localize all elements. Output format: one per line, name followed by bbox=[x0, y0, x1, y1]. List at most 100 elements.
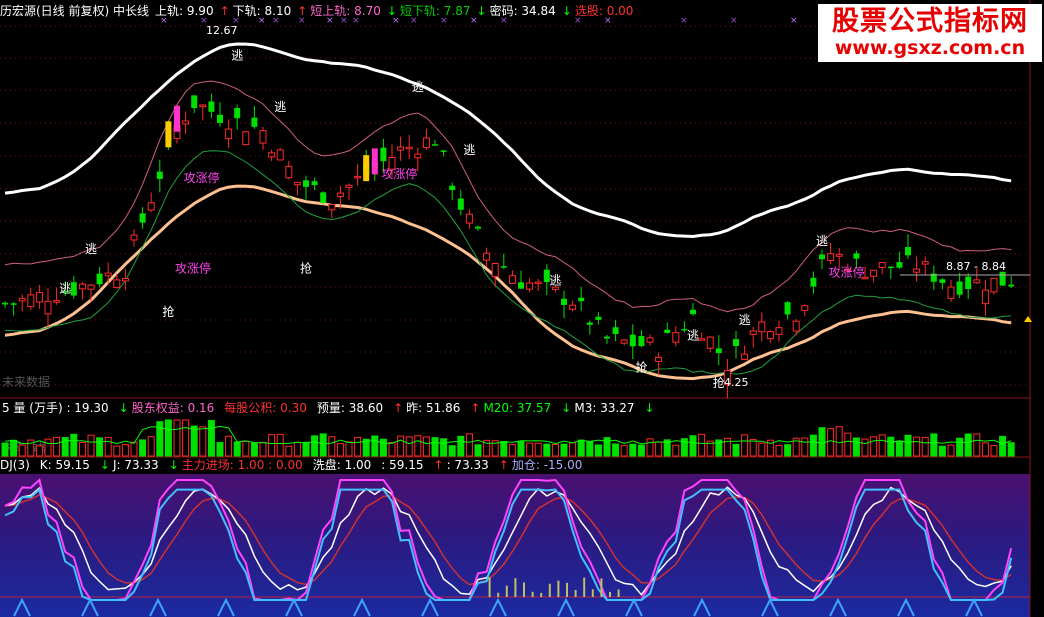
kdj-small-bar bbox=[617, 589, 620, 597]
candle-body bbox=[475, 226, 481, 229]
grab-signal-label: 抢 bbox=[300, 261, 312, 276]
volume-bar bbox=[517, 441, 525, 457]
range-price-label: 8.87 - 8.84 bbox=[946, 260, 1006, 273]
volume-bar bbox=[732, 443, 740, 457]
escape-signal-label: 逃 bbox=[463, 143, 475, 157]
candle-body bbox=[457, 198, 464, 210]
volume-bar bbox=[827, 428, 835, 457]
kdj-small-bar bbox=[600, 578, 603, 597]
volume-bar bbox=[844, 432, 852, 457]
volume-bar bbox=[801, 437, 809, 457]
candle-body bbox=[792, 320, 800, 332]
volume-header-item: ↑ bbox=[470, 401, 480, 415]
candle-body bbox=[586, 322, 593, 325]
volume-bar bbox=[268, 434, 276, 457]
volume-bar bbox=[345, 441, 353, 457]
volume-header-item: 预量: 38.60 bbox=[317, 401, 383, 415]
high-price-label: 12.67 bbox=[206, 24, 238, 37]
volume-header-item: 5 量 (万手) : 19.30 bbox=[2, 401, 109, 415]
volume-bar bbox=[775, 444, 783, 457]
candle-body bbox=[990, 277, 998, 293]
limit-up-candle bbox=[363, 155, 370, 182]
volume-bar bbox=[207, 420, 215, 457]
candle-body bbox=[766, 331, 774, 340]
low-price-label: 4.25 bbox=[724, 376, 749, 389]
volume-bar bbox=[758, 442, 766, 457]
kdj-header-item: 加仓: -15.00 bbox=[512, 458, 583, 472]
kdj-header-item: K: 59.15 bbox=[40, 458, 90, 472]
volume-bar bbox=[259, 441, 267, 457]
volume-bar bbox=[457, 435, 465, 457]
volume-bar bbox=[311, 435, 319, 457]
top-signal-marker: × bbox=[440, 16, 448, 26]
candle-body bbox=[251, 117, 258, 127]
limit-up-candle bbox=[371, 148, 378, 175]
volume-bar bbox=[414, 435, 422, 457]
candle-body bbox=[819, 254, 825, 260]
volume-bar bbox=[379, 438, 387, 457]
candle-body bbox=[604, 336, 610, 339]
candle-body bbox=[518, 282, 524, 289]
candle-body bbox=[199, 104, 207, 108]
volume-bar bbox=[749, 439, 757, 457]
top-signal-marker: × bbox=[680, 16, 688, 26]
candle-body bbox=[620, 339, 628, 344]
volume-bar bbox=[500, 441, 508, 457]
top-signal-marker: × bbox=[340, 16, 348, 26]
top-signal-marker: × bbox=[790, 16, 798, 26]
watermark-line1: 股票公式指标网 bbox=[832, 6, 1028, 37]
volume-bar bbox=[121, 444, 129, 457]
candle-body bbox=[526, 282, 534, 290]
volume-bar bbox=[354, 436, 362, 457]
top-signal-marker: × bbox=[574, 16, 582, 26]
candle-body bbox=[534, 281, 542, 285]
candle-body bbox=[758, 321, 766, 333]
main-header-item: 历宏源(日线 前复权) 中长线 bbox=[0, 3, 149, 18]
volume-bar bbox=[835, 426, 843, 457]
volume-bar bbox=[741, 434, 749, 457]
kdj-small-bar bbox=[497, 592, 500, 597]
candle-body bbox=[664, 329, 671, 333]
volume-bar bbox=[586, 441, 594, 457]
candle-body bbox=[208, 101, 215, 112]
volume-bar bbox=[818, 427, 826, 457]
volume-bar bbox=[990, 445, 998, 457]
volume-bar bbox=[405, 436, 413, 457]
volume-bar bbox=[448, 445, 456, 457]
candle-body bbox=[973, 279, 981, 284]
kdj-small-bar bbox=[505, 585, 508, 597]
candle-body bbox=[156, 171, 163, 179]
candle-body bbox=[999, 271, 1006, 286]
kdj-header-item: 主力进场: 1.00 : 0.00 bbox=[182, 458, 303, 472]
volume-bar bbox=[130, 441, 138, 457]
volume-bar bbox=[70, 433, 78, 457]
candle-body bbox=[130, 234, 138, 241]
candle-body bbox=[569, 304, 577, 310]
candle-body bbox=[508, 275, 516, 284]
volume-bar bbox=[921, 436, 929, 457]
volume-bar bbox=[422, 436, 430, 457]
volume-bar bbox=[388, 442, 396, 457]
volume-bar bbox=[973, 433, 981, 457]
candle-body bbox=[1008, 284, 1015, 287]
volume-bar bbox=[1, 442, 9, 457]
volume-bar bbox=[336, 443, 344, 457]
volume-bar bbox=[620, 444, 628, 457]
candle-body bbox=[561, 298, 567, 305]
candle-body bbox=[939, 279, 946, 283]
volume-bar bbox=[139, 439, 147, 457]
candle-body bbox=[380, 147, 387, 162]
candle-body bbox=[18, 297, 26, 302]
volume-bar bbox=[10, 439, 18, 457]
volume-bar bbox=[577, 439, 585, 457]
escape-signal-label: 逃 bbox=[549, 273, 561, 287]
limit-up-signal-label: 攻涨停 bbox=[184, 170, 220, 185]
volume-bar bbox=[887, 436, 895, 457]
volume-bar bbox=[560, 443, 568, 457]
volume-bar bbox=[672, 444, 680, 457]
main-header-item: ↑ bbox=[220, 4, 230, 18]
top-signal-marker: × bbox=[392, 16, 400, 26]
volume-bar bbox=[878, 434, 886, 457]
volume-bar bbox=[431, 437, 439, 457]
candle-body bbox=[139, 213, 146, 223]
